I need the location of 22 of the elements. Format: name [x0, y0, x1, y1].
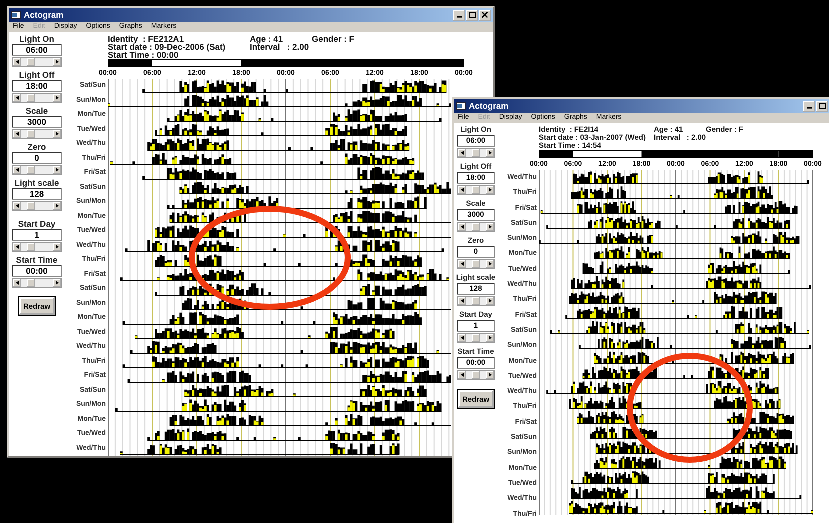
value-field[interactable]: 18:00: [12, 80, 62, 92]
window-title: Actogram: [469, 101, 509, 111]
value-field[interactable]: 1: [12, 229, 62, 241]
value-field[interactable]: 00:00: [12, 265, 62, 277]
control-label: Light Off: [19, 70, 55, 80]
info-text: Start date : 09-Dec-2006 (Sat): [108, 43, 227, 51]
control-label: Start Day: [18, 219, 56, 229]
info-text: Interval : 2.00: [250, 43, 310, 51]
value-field[interactable]: 128: [12, 188, 62, 200]
control-label: Start Time: [16, 255, 58, 265]
info-text: Start Time : 00:00: [108, 51, 179, 59]
control-label: Zero: [28, 142, 46, 152]
value-field[interactable]: 06:00: [12, 44, 62, 56]
info-text: Age : 41: [250, 35, 284, 43]
window-title: Actogram: [24, 10, 64, 20]
control-label: Light On: [20, 34, 54, 44]
control-label: Light scale: [14, 178, 60, 188]
value-field[interactable]: 0: [12, 152, 62, 164]
info-text: Gender : F: [312, 35, 355, 43]
info-text: Identity : FE212A1: [108, 35, 186, 43]
control-label: Scale: [26, 106, 48, 116]
value-field[interactable]: 3000: [12, 116, 62, 128]
